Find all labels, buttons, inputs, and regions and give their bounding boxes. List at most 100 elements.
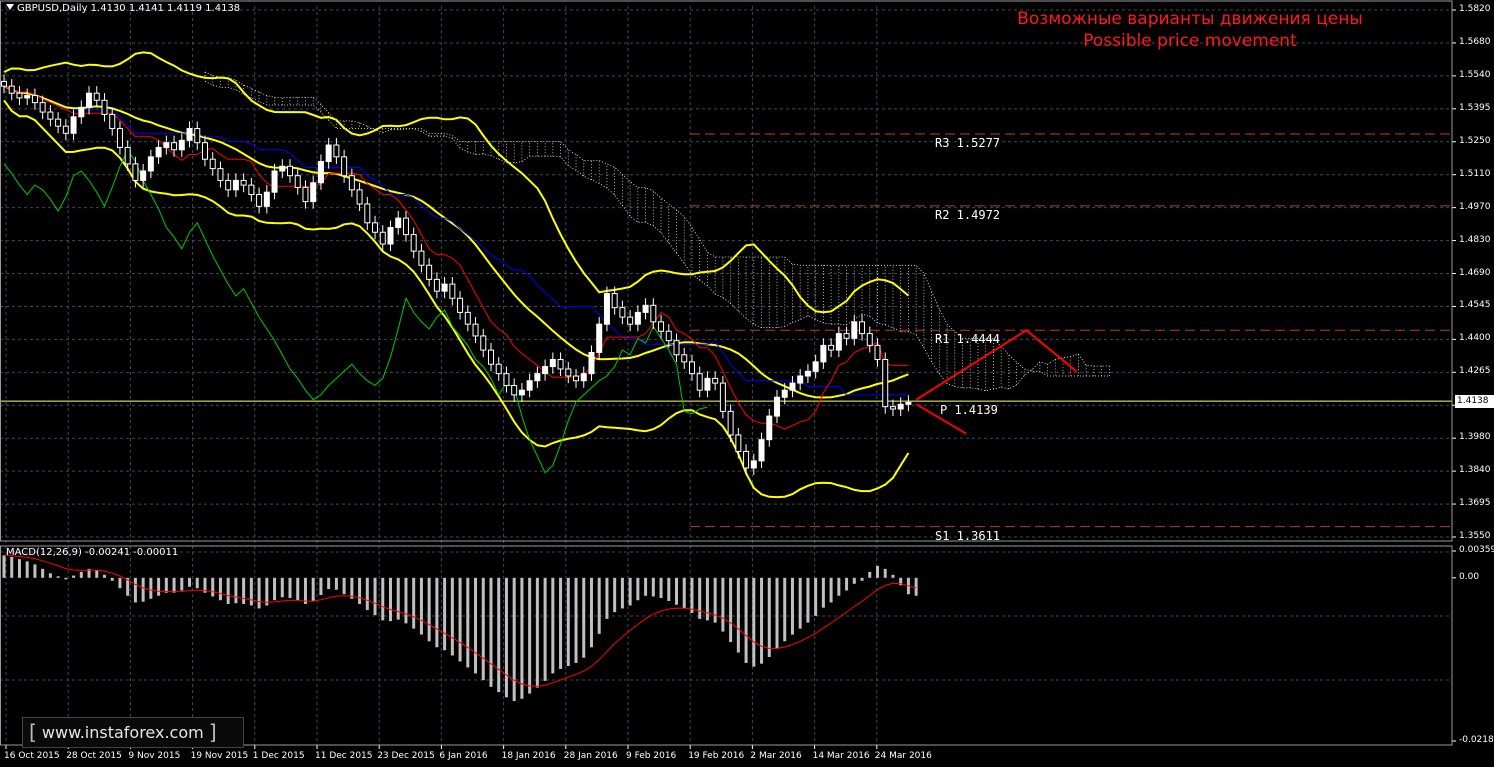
macd-bar [613, 577, 617, 613]
macd-bar [334, 577, 338, 590]
candle-body [426, 264, 433, 280]
macd-bar [651, 577, 655, 597]
candle-body [402, 217, 409, 236]
candle-body [186, 128, 193, 141]
level-label-S1: S1 1.3611 [935, 528, 1001, 543]
macd-bar [234, 577, 238, 604]
macd-bar [41, 568, 45, 578]
symbol-info: GBPUSD,Daily 1.4130 1.4141 1.4119 1.4138 [17, 3, 241, 14]
candle-body [580, 373, 587, 382]
macd-bar [10, 556, 14, 578]
macd-bar [837, 577, 841, 596]
macd-bar [257, 577, 261, 609]
macd-bar [497, 577, 501, 693]
candle-body [905, 401, 912, 405]
y-tick-label: 1.3980 [1459, 432, 1491, 443]
candle-body [201, 142, 208, 160]
candle-body [673, 340, 680, 356]
y-tick-label: 1.5250 [1459, 135, 1491, 146]
candle-body [364, 203, 371, 224]
candle-body [271, 170, 278, 193]
macd-bar [682, 577, 686, 609]
candle-body [480, 335, 487, 351]
instaforex-logo: [ www.instaforex.com ] [22, 717, 244, 748]
symbol-header[interactable]: GBPUSD,Daily 1.4130 1.4141 1.4119 1.4138 [6, 3, 240, 14]
candle-body [851, 321, 858, 339]
candle-body [433, 278, 440, 292]
macd-bar [775, 577, 779, 649]
x-tick-label: 19 Nov 2015 [190, 751, 249, 761]
x-tick-label: 9 Feb 2016 [626, 751, 677, 761]
price-panel-border [0, 0, 1453, 542]
candle-body [47, 111, 54, 120]
macd-bar [474, 577, 478, 674]
candle-body [171, 142, 178, 151]
macd-bar [798, 577, 802, 629]
candle-body [248, 184, 255, 196]
macd-bar [520, 577, 524, 699]
candle-body [147, 156, 154, 172]
chart-canvas [0, 0, 1456, 749]
candle-body [279, 165, 286, 172]
pivot-levels [0, 133, 1452, 528]
macd-bar [327, 577, 331, 590]
annotation-russian: Возможные варианты движения цены [1017, 9, 1363, 29]
dropdown-triangle-icon[interactable] [6, 4, 14, 10]
candle-body [86, 92, 93, 108]
macd-bar [667, 577, 671, 601]
macd-tick-label: 0.00359 [1459, 545, 1494, 555]
macd-bar [157, 577, 161, 596]
macd-bar [574, 577, 578, 663]
candle-body [217, 168, 224, 181]
candle-body [611, 293, 618, 309]
candle-body [387, 227, 394, 245]
candle-body [565, 368, 572, 377]
candle-body [781, 389, 788, 398]
y-tick-label: 1.5680 [1459, 36, 1491, 47]
macd-bar [860, 577, 864, 581]
candle-body [372, 222, 379, 233]
candle-body [78, 106, 85, 118]
macd-bar [350, 577, 354, 599]
macd-bar [412, 577, 416, 629]
macd-bar [95, 570, 99, 578]
macd-bar [589, 577, 593, 648]
macd-bar [64, 577, 68, 580]
y-tick-label: 1.4830 [1459, 234, 1491, 245]
forecast-annotation: Возможные варианты движения цены Possibl… [940, 8, 1440, 52]
macd-bar [249, 577, 253, 606]
candle-body [688, 361, 695, 375]
macd-bar [690, 577, 694, 613]
macd-bar [597, 577, 601, 634]
macd-bar [25, 561, 29, 578]
x-tick-label: 16 Oct 2015 [4, 751, 60, 761]
y-tick-label: 1.3840 [1459, 465, 1491, 476]
x-tick-label: 24 Mar 2016 [874, 751, 932, 761]
macd-bar [288, 577, 292, 598]
macd-bar [868, 571, 872, 578]
candle-body [464, 311, 471, 325]
candle-body [124, 146, 131, 165]
candle-body [294, 175, 301, 188]
macd-bar [396, 577, 400, 620]
candle-body [418, 250, 425, 266]
y-tick-label: 1.4690 [1459, 267, 1491, 278]
candle-body [225, 179, 232, 191]
candle-body [774, 396, 780, 417]
candle-body [348, 175, 355, 191]
chart-frame [0, 0, 1453, 746]
candle-body [619, 307, 626, 318]
candle-body [356, 189, 363, 205]
tenkan-sen [3, 85, 909, 430]
y-tick-label: 1.5820 [1459, 4, 1491, 14]
x-tick-label: 28 Oct 2015 [66, 751, 122, 761]
candle-body [766, 415, 773, 441]
level-label-R3: R3 1.5277 [935, 135, 1001, 150]
candle-body [518, 389, 525, 396]
level-label-R2: R2 1.4972 [935, 207, 1001, 222]
macd-bar [620, 577, 624, 609]
candle-body [596, 323, 603, 353]
macd-bar [149, 577, 153, 599]
candle-body [194, 128, 201, 144]
macd-bar [373, 577, 377, 616]
